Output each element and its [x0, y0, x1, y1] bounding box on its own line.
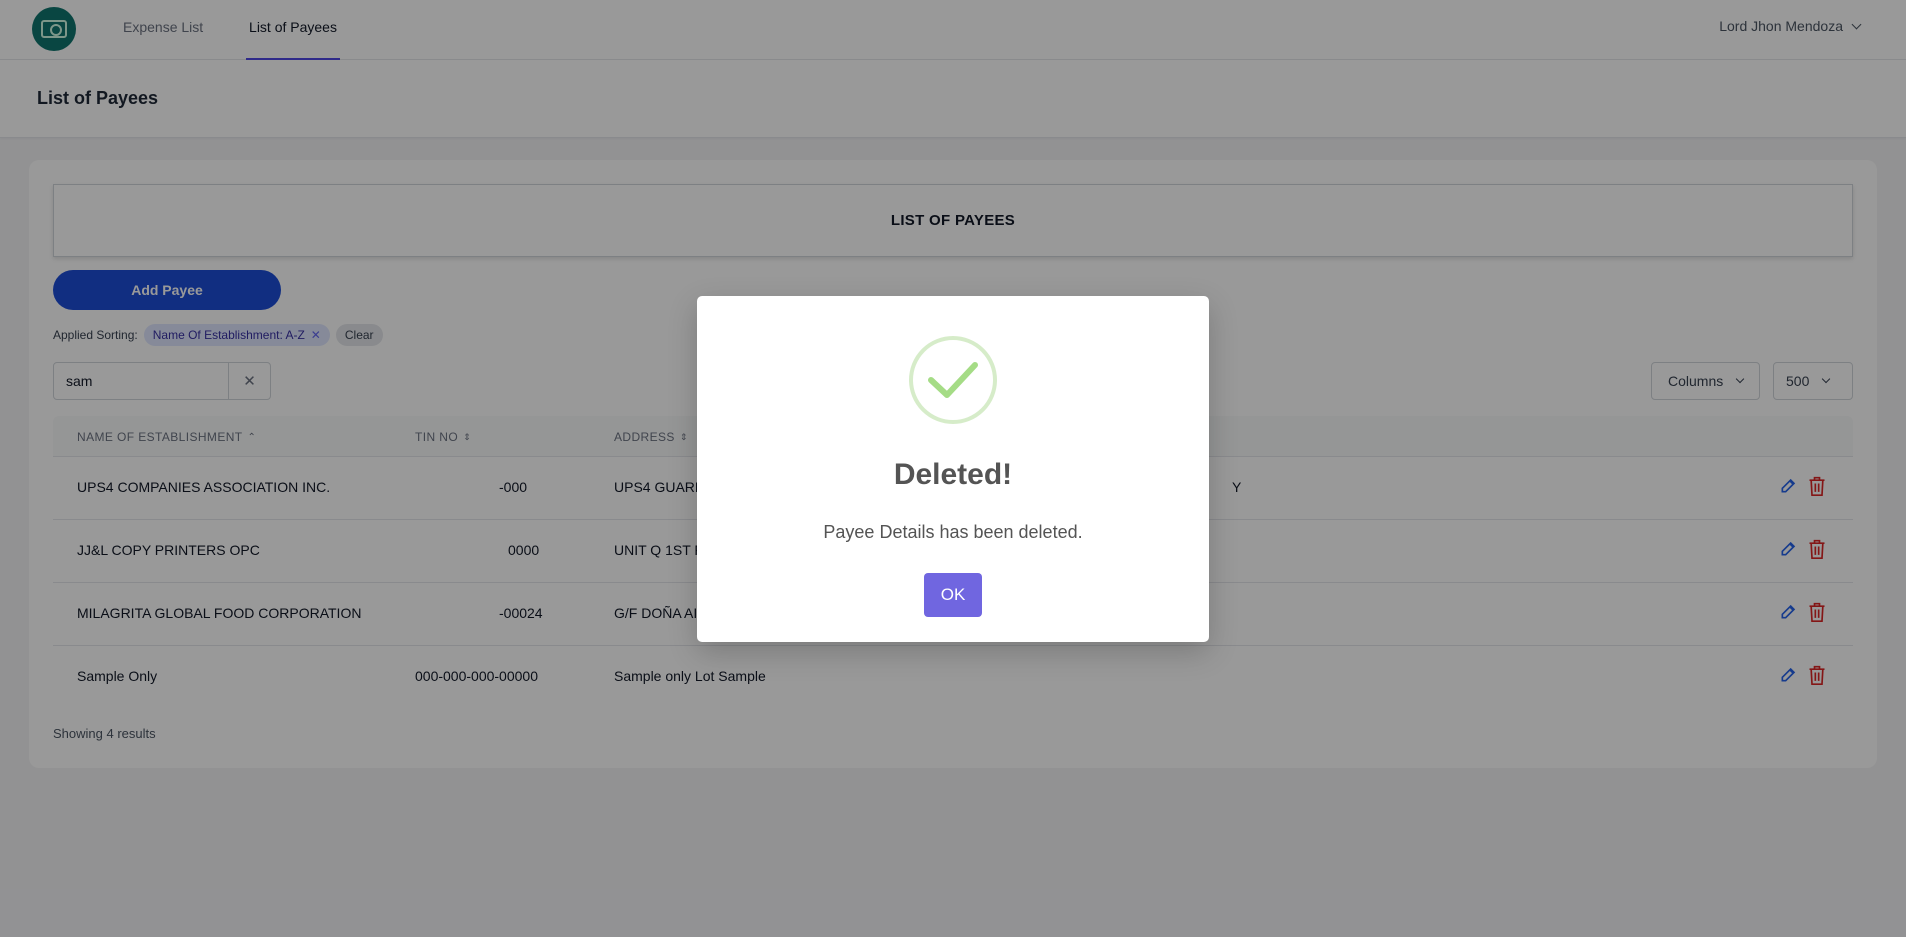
- ok-button[interactable]: OK: [924, 573, 982, 617]
- success-dialog: Deleted! Payee Details has been deleted.…: [697, 296, 1209, 642]
- dialog-title: Deleted!: [893, 458, 1013, 491]
- dialog-message: Payee Details has been deleted.: [823, 522, 1083, 542]
- success-check-icon: [909, 336, 997, 424]
